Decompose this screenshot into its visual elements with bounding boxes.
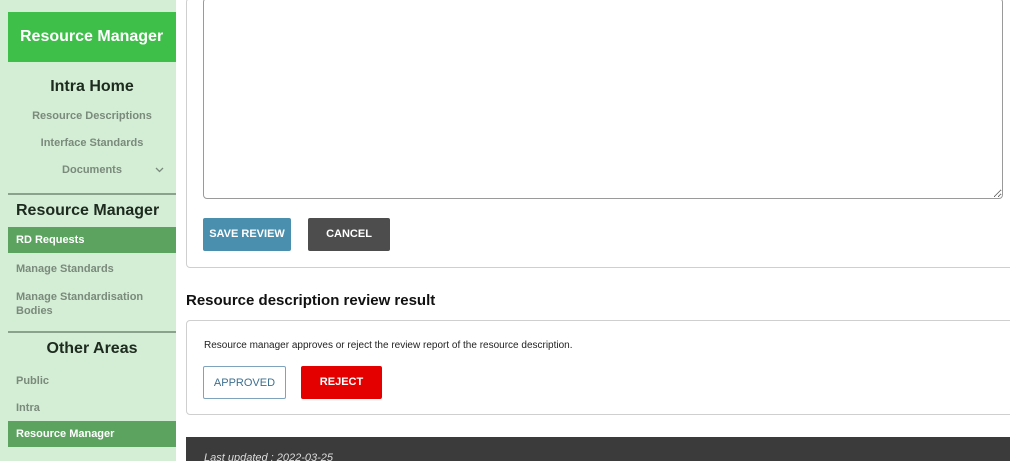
review-result-description: Resource manager approves or reject the … bbox=[204, 340, 573, 351]
review-result-title: Resource description review result bbox=[186, 292, 436, 309]
sidebar-item-public[interactable]: Public bbox=[16, 374, 166, 388]
section-title-resource-manager: Resource Manager bbox=[16, 202, 160, 219]
cancel-button[interactable]: CANCEL bbox=[308, 218, 390, 251]
sidebar-item-manage-standards[interactable]: Manage Standards bbox=[16, 262, 166, 276]
sidebar-item-interface-standards[interactable]: Interface Standards bbox=[8, 137, 176, 149]
sidebar-item-resource-descriptions[interactable]: Resource Descriptions bbox=[8, 110, 176, 122]
section-title-other-areas: Other Areas bbox=[46, 340, 138, 357]
sidebar-item-rd-requests[interactable]: RD Requests bbox=[8, 227, 176, 253]
sidebar-item-intra[interactable]: Intra bbox=[16, 401, 166, 415]
footer-last-updated: Last updated : 2022-03-25 bbox=[204, 452, 334, 461]
sidebar-item-resource-manager[interactable]: Resource Manager bbox=[8, 421, 176, 447]
save-review-button[interactable]: SAVE REVIEW bbox=[203, 218, 291, 251]
chevron-down-icon[interactable] bbox=[155, 165, 164, 176]
sidebar-divider bbox=[8, 193, 176, 195]
sidebar-item-manage-standardisation-bodies[interactable]: Manage Standardisation Bodies bbox=[16, 290, 166, 318]
section-title-intra-home: Intra Home bbox=[50, 78, 134, 95]
sidebar-header: Resource Manager bbox=[8, 12, 176, 62]
sidebar: Resource Manager Intra Home Resource Des… bbox=[0, 0, 176, 461]
approved-button[interactable]: APPROVED bbox=[203, 366, 286, 399]
review-textarea[interactable] bbox=[203, 0, 1003, 199]
sidebar-divider bbox=[8, 331, 176, 333]
sidebar-item-documents[interactable]: Documents bbox=[8, 164, 176, 176]
reject-button[interactable]: REJECT bbox=[301, 366, 382, 399]
